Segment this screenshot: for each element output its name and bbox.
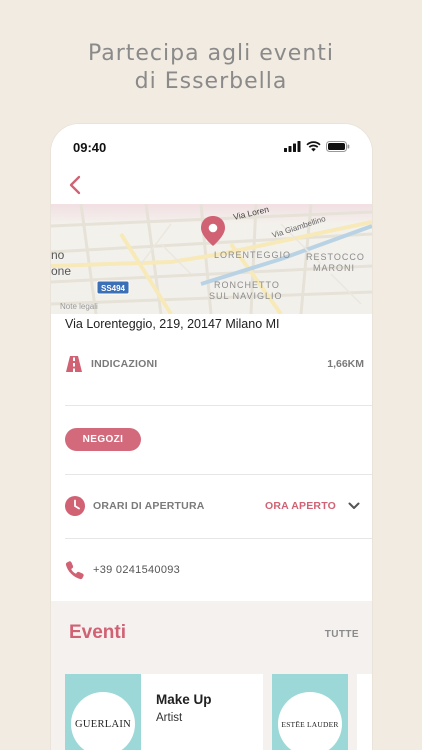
events-title: Eventi <box>69 622 127 643</box>
road-icon <box>66 356 82 372</box>
brand-name: GUERLAIN <box>74 718 132 730</box>
nav-bar <box>51 168 372 204</box>
chevron-down-icon[interactable] <box>348 502 360 510</box>
status-bar: 09:40 <box>51 124 372 168</box>
brand-logo-estee-lauder: ESTĒE LAUDER <box>278 692 342 750</box>
directions-label: INDICAZIONI <box>91 358 158 370</box>
map-label-restocco: RESTOCCO <box>306 252 365 262</box>
distance-value: 1,66KM <box>327 358 364 370</box>
events-section: Eventi TUTTE GUERLAIN Make Up Artist EST… <box>51 601 372 750</box>
back-chevron-icon[interactable] <box>67 174 83 196</box>
road-shield-label: SS494 <box>101 284 126 293</box>
promo-line-2: di Esserbella <box>134 69 288 94</box>
opening-hours-label: ORARI DI APERTURA <box>93 500 205 512</box>
event-card-image: GUERLAIN <box>65 674 141 750</box>
event-card-body: Make Up Artist <box>141 674 212 750</box>
map-label-left-2: one <box>51 264 71 278</box>
events-see-all-link[interactable]: TUTTE <box>325 629 359 640</box>
brand-name: ESTĒE LAUDER <box>281 719 339 729</box>
category-pill-negozi[interactable]: NEGOZI <box>65 428 141 451</box>
open-status: ORA APERTO <box>264 500 336 512</box>
map-label-maroni: MARONI <box>313 263 355 273</box>
clock-icon <box>65 496 85 516</box>
phone-icon <box>65 561 84 580</box>
divider <box>65 405 372 406</box>
store-map[interactable]: Via Loren Via Giambellino LORENTEGGIO RE… <box>51 204 372 314</box>
status-time: 09:40 <box>73 140 107 155</box>
map-legal-link[interactable]: Note legali <box>60 302 98 311</box>
road-shield: SS494 <box>96 280 130 295</box>
phone-row[interactable]: +39 0241540093 <box>65 560 364 580</box>
wifi-icon <box>306 141 321 152</box>
map-label-lorenteggio: LORENTEGGIO <box>214 250 291 260</box>
opening-hours-row[interactable]: ORARI DI APERTURA ORA APERTO <box>65 496 364 516</box>
map-label-ronchetto: RONCHETTO <box>214 280 280 290</box>
directions-row[interactable]: INDICAZIONI 1,66KM <box>65 355 364 373</box>
map-label-sul-naviglio: SUL NAVIGLIO <box>209 291 283 301</box>
signal-icon <box>284 141 301 152</box>
brand-logo-guerlain: GUERLAIN <box>71 692 135 750</box>
store-address: Via Lorenteggio, 219, 20147 Milano MI <box>65 317 280 331</box>
event-card-partial[interactable] <box>357 674 372 750</box>
event-card-title: Make Up <box>156 692 212 707</box>
battery-icon <box>326 141 350 152</box>
event-card[interactable]: GUERLAIN Make Up Artist <box>65 674 263 750</box>
map-label-left-1: no <box>51 248 65 262</box>
divider <box>65 474 372 475</box>
status-icons <box>284 141 350 152</box>
event-card-subtitle: Artist <box>156 712 183 724</box>
promo-headline: Partecipa agli eventi di Esserbella <box>0 40 422 96</box>
event-card[interactable]: ESTĒE LAUDER <box>272 674 348 750</box>
phone-frame: 09:40 Via Loren Via Giambellino LORENTEG… <box>51 124 372 750</box>
promo-line-1: Partecipa agli eventi <box>87 41 335 66</box>
phone-number[interactable]: +39 0241540093 <box>93 564 180 576</box>
divider <box>65 538 372 539</box>
